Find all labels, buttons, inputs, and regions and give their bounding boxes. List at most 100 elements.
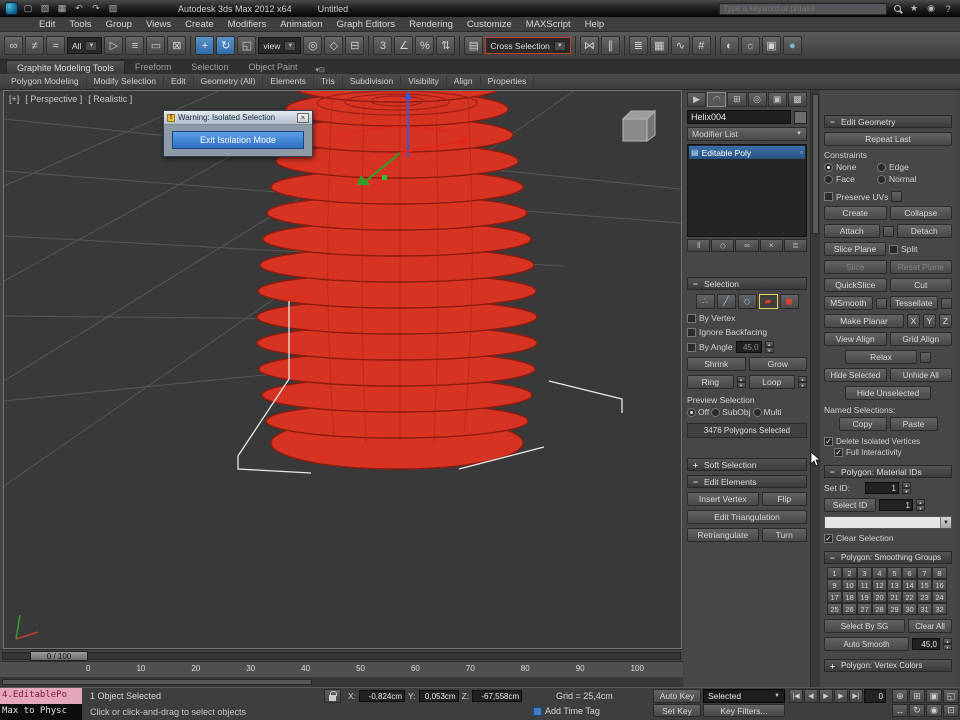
by-vertex-checkbox[interactable] [687, 313, 696, 323]
make-unique-icon[interactable]: ∞ [735, 239, 759, 252]
auto-key-button[interactable]: Auto Key [653, 689, 701, 703]
by-angle-spinner[interactable]: ▲ ▼ [764, 341, 774, 353]
tessellate-button[interactable]: Tessellate [889, 296, 938, 310]
add-time-tag[interactable]: Add Time Tag [533, 706, 600, 717]
modifier-stack[interactable]: ▤ Editable Poly ▫ [687, 144, 807, 237]
auto-smooth-button[interactable]: Auto Smooth [824, 637, 909, 651]
pan-icon[interactable]: ↔ [892, 704, 908, 717]
hierarchy-tab-icon[interactable]: ⊞ [727, 92, 747, 107]
show-end-result-icon[interactable]: ◇ [711, 239, 735, 252]
object-name-field[interactable] [687, 110, 791, 124]
next-frame-icon[interactable]: ▶ [834, 689, 848, 703]
set-key-button[interactable]: Set Key [653, 704, 701, 717]
macro-recorder-line[interactable]: 4.EditablePo [0, 688, 82, 705]
ribbon-panel-4[interactable]: Elements [263, 76, 314, 87]
window-crossing-icon[interactable]: ⊠ [167, 36, 187, 55]
planar-y-button[interactable]: Y [923, 314, 936, 328]
time-slider[interactable]: 0 / 100 [30, 651, 88, 661]
rendered-frame-window-icon[interactable]: ▣ [761, 36, 781, 55]
ring-button[interactable]: Ring [687, 375, 734, 389]
smoothing-group-button-26[interactable]: 27 [857, 603, 872, 615]
ribbon-tab-selection[interactable]: Selection [181, 60, 238, 74]
smoothing-group-button-12[interactable]: 13 [887, 579, 902, 591]
smoothing-group-button-10[interactable]: 11 [857, 579, 872, 591]
by-angle-checkbox[interactable] [687, 342, 696, 352]
auto-smooth-spinner[interactable]: ▲ ▼ [943, 638, 952, 650]
select-id-field[interactable]: 1 [879, 499, 913, 511]
edit-named-sets-icon[interactable]: ▤ [464, 36, 484, 55]
paste-button[interactable]: Paste [889, 417, 938, 431]
schematic-view-icon[interactable]: # [691, 36, 711, 55]
preview-multi-radio[interactable] [752, 407, 762, 417]
relax-settings-icon[interactable] [920, 351, 931, 363]
zoom-icon[interactable]: ⊕ [892, 689, 908, 703]
smoothing-group-button-16[interactable]: 17 [827, 591, 842, 603]
unhide-all-button[interactable]: Unhide All [889, 368, 952, 382]
display-tab-icon[interactable]: ▣ [767, 92, 787, 107]
zoom-region-icon[interactable]: ◱ [943, 689, 959, 703]
vertex-subobject-button[interactable]: ∴ [695, 294, 715, 309]
constraint-normal-radio[interactable] [877, 174, 886, 184]
percent-snap-icon[interactable]: % [415, 36, 435, 55]
ribbon-panel-0[interactable]: Polygon Modeling [4, 76, 87, 87]
orbit-subobject-icon[interactable]: ◉ [926, 704, 942, 717]
dialog-title-bar[interactable]: ! Warning: Isolated Selection × [164, 111, 312, 124]
tessellate-settings-icon[interactable] [941, 297, 952, 309]
ribbon-tab-freeform[interactable]: Freeform [125, 60, 182, 74]
relax-button[interactable]: Relax [845, 350, 917, 364]
copy-button[interactable]: Copy [838, 417, 887, 431]
bind-to-spacewarp-icon[interactable]: ≈ [46, 36, 65, 55]
snaps-toggle-icon[interactable]: 3 [373, 36, 393, 55]
track-bar[interactable]: 0 10 20 30 40 50 60 70 80 90 100 [0, 661, 683, 677]
preview-subobj-radio[interactable] [711, 407, 721, 417]
viewport-menu-shading[interactable]: [ Realistic ] [88, 94, 132, 104]
maxscript-listener-line[interactable]: Max to Physc [0, 704, 82, 720]
viewport-menu-pov[interactable]: [ Perspective ] [25, 94, 82, 104]
menu-item-9[interactable]: Customize [460, 19, 519, 30]
smoothing-group-button-1[interactable]: 2 [842, 567, 857, 579]
smoothing-group-button-5[interactable]: 6 [902, 567, 917, 579]
zoom-extents-icon[interactable]: ▣ [926, 689, 942, 703]
go-to-end-icon[interactable]: ▶| [849, 689, 863, 703]
split-checkbox[interactable] [889, 244, 898, 254]
help-icon[interactable]: ? [941, 2, 955, 15]
planar-z-button[interactable]: Z [939, 314, 952, 328]
unlink-selection-icon[interactable]: ≠ [25, 36, 44, 55]
select-and-rotate-icon[interactable]: ↻ [216, 36, 236, 55]
track-bar-scroll-thumb[interactable] [2, 679, 312, 685]
soft-selection-rollout-header[interactable]: + Soft Selection [687, 458, 807, 471]
grid-align-button[interactable]: Grid Align [889, 332, 952, 346]
ribbon-panel-3[interactable]: Geometry (All) [194, 76, 264, 87]
dialog-close-icon[interactable]: × [297, 112, 309, 123]
angle-snap-icon[interactable]: ∠ [394, 36, 414, 55]
menu-item-6[interactable]: Animation [273, 19, 329, 30]
ribbon-panel-9[interactable]: Properties [481, 76, 535, 87]
spinner-snap-icon[interactable]: ⇅ [436, 36, 456, 55]
layer-manager-icon[interactable]: ≣ [628, 36, 648, 55]
search-icon[interactable] [890, 2, 904, 15]
ribbon-panel-8[interactable]: Align [447, 76, 481, 87]
ribbon-panel-5[interactable]: Tris [314, 76, 343, 87]
y-coordinate-field[interactable]: 0,053cm [418, 690, 459, 702]
hide-unselected-button[interactable]: Hide Unselected [845, 386, 931, 400]
x-coordinate-field[interactable]: -0,824cm [359, 690, 406, 702]
slice-plane-button[interactable]: Slice Plane [824, 242, 886, 256]
by-angle-value-field[interactable]: 45,0 [735, 341, 762, 353]
smoothing-group-button-15[interactable]: 16 [932, 579, 947, 591]
quickslice-button[interactable]: QuickSlice [824, 278, 887, 292]
remove-modifier-icon[interactable]: × [759, 239, 783, 252]
current-frame-field[interactable]: 0 [864, 689, 886, 703]
pin-stack-icon[interactable]: ‖ [687, 239, 711, 252]
reference-coordinate-dropdown[interactable]: view ▼ [258, 37, 302, 54]
smoothing-group-button-3[interactable]: 4 [872, 567, 887, 579]
smoothing-group-button-14[interactable]: 15 [917, 579, 932, 591]
orbit-icon[interactable]: ↻ [909, 704, 925, 717]
maximize-viewport-icon[interactable]: ⊡ [943, 704, 959, 717]
smoothing-group-button-28[interactable]: 29 [887, 603, 902, 615]
menu-item-0[interactable]: Edit [32, 19, 62, 30]
project-folder-icon[interactable]: ▨ [106, 2, 120, 15]
perspective-viewport[interactable]: [+] [ Perspective ] [ Realistic ] ! Warn… [3, 67, 682, 649]
motion-tab-icon[interactable]: ◎ [747, 92, 767, 107]
smoothing-group-button-24[interactable]: 25 [827, 603, 842, 615]
smoothing-group-button-20[interactable]: 21 [887, 591, 902, 603]
